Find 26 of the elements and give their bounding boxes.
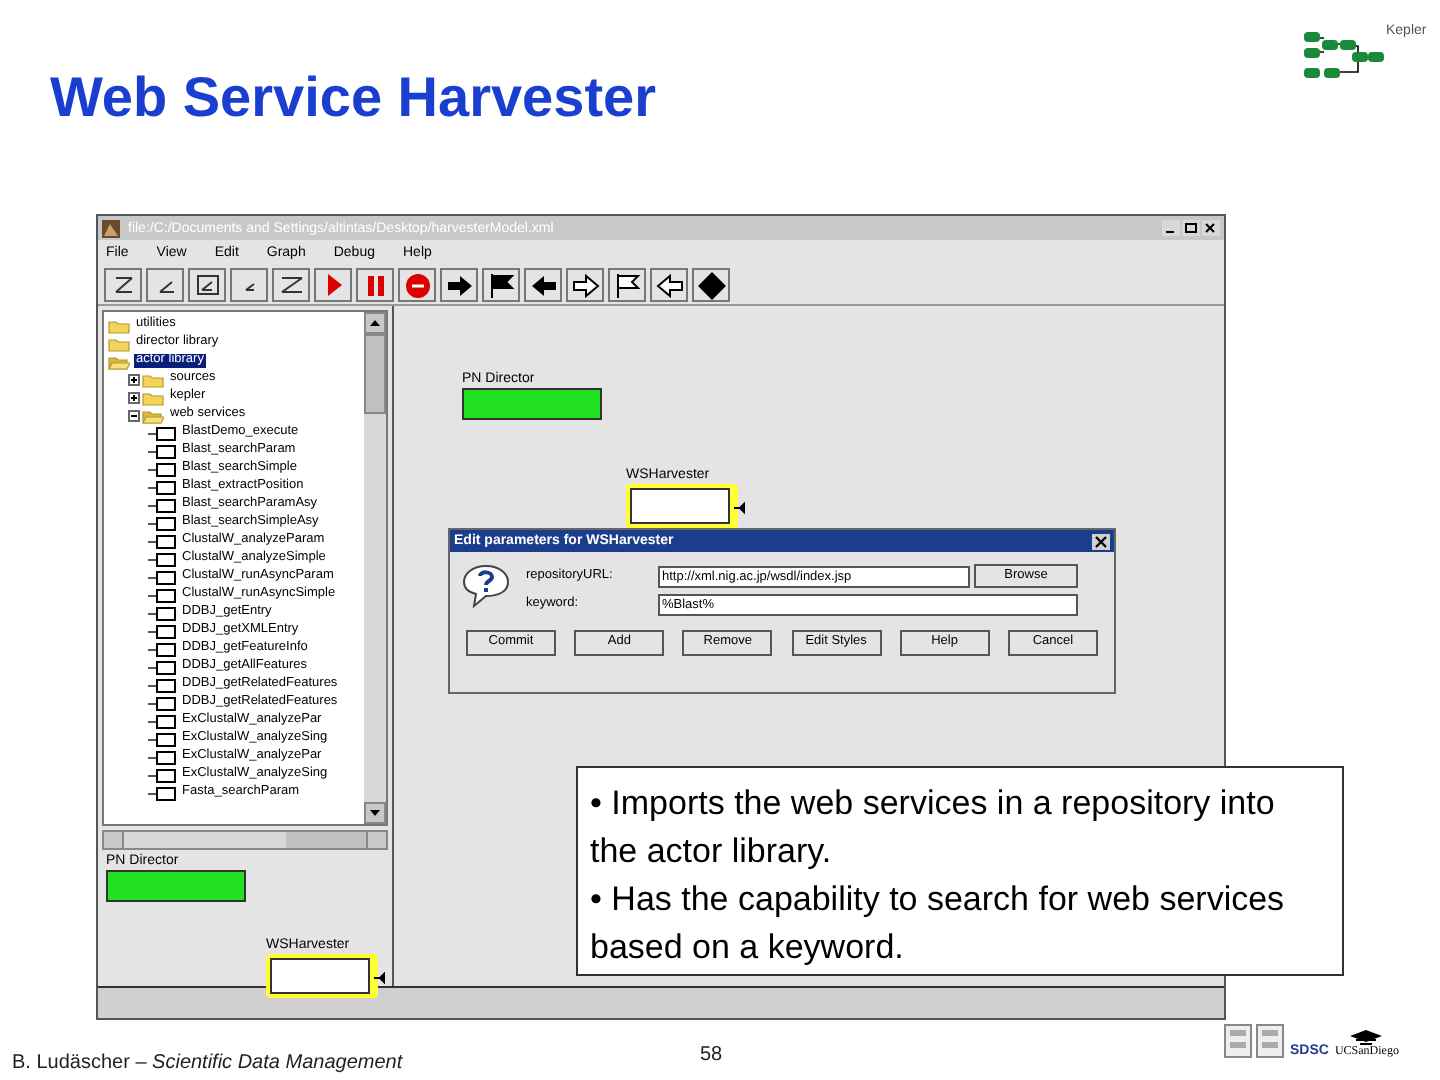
scroll-down-icon[interactable] — [370, 810, 380, 816]
question-icon — [462, 564, 510, 608]
director-block[interactable] — [106, 870, 246, 902]
scroll-thumb[interactable] — [364, 334, 386, 414]
footer-credit: B. Ludäscher – Scientific Data Management — [12, 1050, 403, 1078]
collapse-icon[interactable] — [128, 407, 142, 423]
slide-title: Web Service Harvester — [50, 64, 656, 132]
minimize-icon[interactable] — [1162, 220, 1180, 236]
port-icon — [734, 502, 746, 514]
close-icon[interactable] — [1092, 533, 1110, 549]
maximize-icon[interactable] — [1182, 220, 1200, 236]
scroll-thumb[interactable] — [286, 832, 366, 848]
scrollbar[interactable] — [364, 312, 386, 824]
horizontal-scrollbar[interactable] — [102, 830, 388, 850]
expand-icon[interactable] — [128, 389, 142, 405]
server-icon — [1224, 1024, 1284, 1058]
director-block[interactable] — [462, 388, 602, 420]
app-icon — [102, 219, 120, 237]
expand-icon[interactable] — [128, 371, 142, 387]
page-number: 58 — [700, 1042, 723, 1070]
emblem-icon — [1346, 1028, 1387, 1046]
bullet-text: • Has the capability to search for web services based on a keyword. — [590, 878, 1287, 970]
close-icon[interactable] — [1202, 220, 1220, 236]
scroll-up-icon[interactable] — [370, 320, 380, 326]
bullet-text: • Imports the web services in a repository into the actor library. — [590, 782, 1277, 874]
port-icon — [374, 972, 386, 984]
